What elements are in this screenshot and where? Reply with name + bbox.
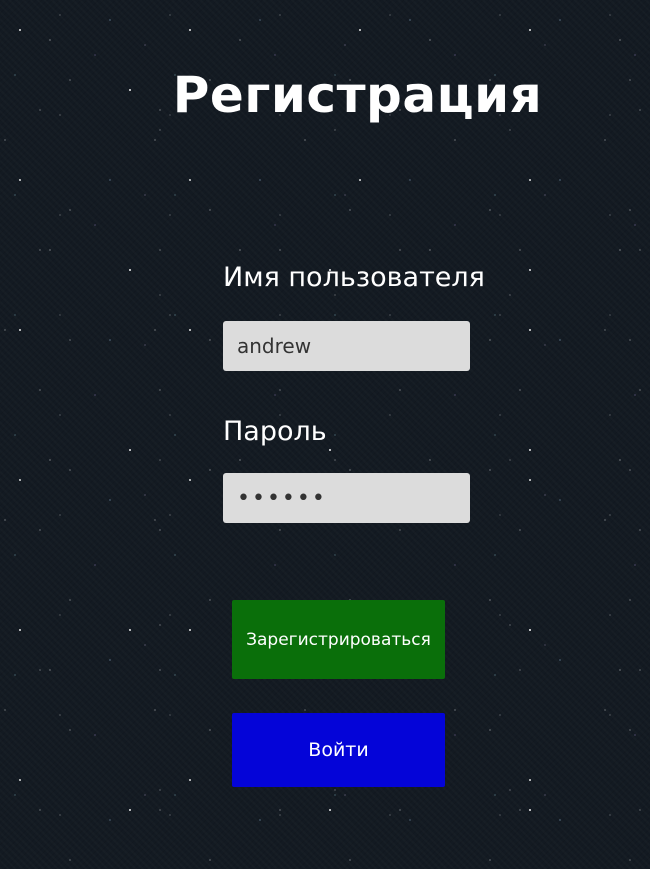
- password-input[interactable]: [223, 473, 470, 523]
- registration-page: { "page": { "title": "Регистрация" }, "f…: [0, 0, 650, 869]
- login-button[interactable]: Войти: [232, 713, 445, 787]
- username-label: Имя пользователя: [223, 262, 485, 293]
- registration-form: Имя пользователя Пароль: [223, 262, 523, 523]
- password-label: Пароль: [223, 416, 327, 447]
- username-input[interactable]: [223, 321, 470, 371]
- register-button[interactable]: Зарегистрироваться: [232, 600, 445, 679]
- page-title: Регистрация: [172, 66, 543, 124]
